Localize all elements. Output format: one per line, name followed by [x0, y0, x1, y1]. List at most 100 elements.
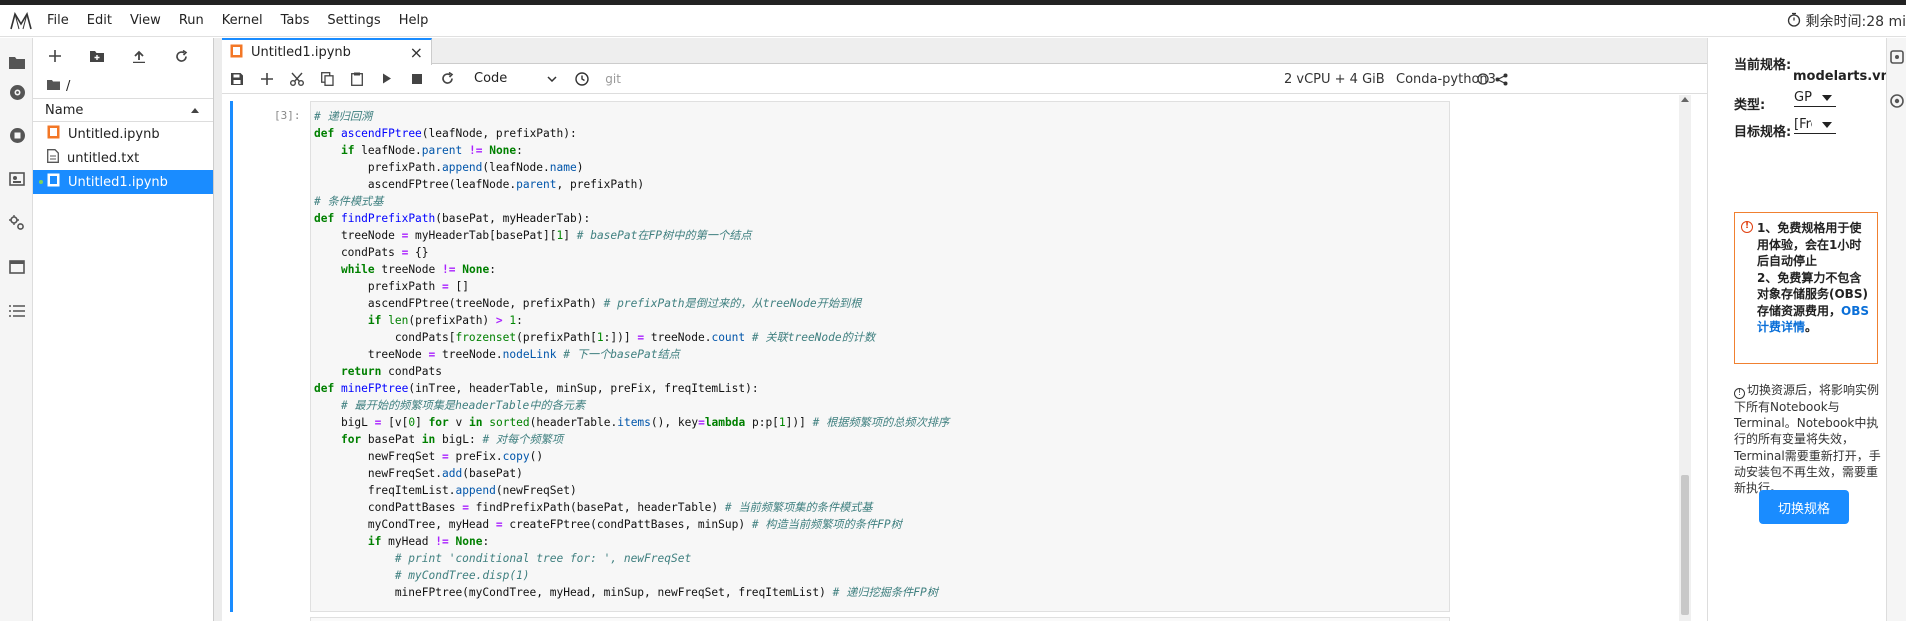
running-dot-icon — [39, 180, 43, 184]
code-line: while treeNode != None: — [340, 263, 496, 276]
info-icon: ! — [1734, 388, 1745, 399]
menu-run[interactable]: Run — [170, 5, 213, 37]
code-line: # 递归回溯 — [314, 110, 373, 123]
menu-edit[interactable]: Edit — [78, 5, 121, 37]
share-icon[interactable] — [1495, 64, 1508, 94]
clock-icon[interactable] — [567, 64, 597, 94]
vertical-scrollbar[interactable] — [1679, 95, 1691, 621]
file-row[interactable]: Untitled.ipynb — [33, 122, 213, 146]
current-spec-label: 当前规格: — [1734, 58, 1792, 73]
cut-button[interactable] — [282, 64, 312, 94]
file-browser: / Name Untitled.ipynb untitled.txt Untitle… — [33, 38, 214, 621]
menubar: File Edit View Run Kernel Tabs Settings Help 剩余… — [0, 5, 1906, 37]
folder-icon — [47, 79, 60, 94]
breadcrumb[interactable]: / — [33, 74, 213, 98]
tabs-icon[interactable] — [7, 257, 27, 277]
paste-button[interactable] — [342, 64, 372, 94]
chevron-down-icon — [547, 71, 557, 86]
code-line: mineFPtree(myCondTree, myHead, minSup, n… — [314, 586, 938, 599]
breadcrumb-path[interactable]: / — [66, 79, 70, 94]
code-line: if myHead != None: — [367, 535, 490, 548]
notebook-area: Untitled1.ipynb × Code git 2 vCPU + 4 Gi… — [222, 38, 1707, 621]
upload-button[interactable] — [129, 46, 149, 66]
new-launcher-button[interactable] — [45, 46, 65, 66]
target-spec-label: 目标规格: — [1734, 125, 1792, 140]
code-line: condPattBases = findPrefixPath(basePat, … — [314, 501, 873, 514]
code-line: for basePat in bigL: # 对每个频繁项 — [340, 433, 564, 446]
property-inspector-icon[interactable] — [1890, 50, 1904, 68]
code-line: newFreqSet = preFix.copy() — [314, 450, 544, 463]
folder-icon[interactable] — [7, 52, 27, 72]
debugger-icon[interactable] — [1890, 94, 1904, 112]
current-spec-value: modelarts.vm — [1793, 69, 1895, 84]
new-folder-button[interactable] — [87, 46, 107, 66]
active-cell-indicator[interactable] — [230, 101, 233, 612]
panel-splitter[interactable] — [214, 38, 222, 621]
warning-text-1: 1、免费规格用于使用体验，会在1小时后自动停止 — [1757, 221, 1862, 268]
sort-ascending-icon[interactable] — [191, 107, 199, 113]
run-cell-button[interactable] — [372, 64, 402, 94]
code-line: # print 'conditional tree for: ', newFre… — [394, 552, 692, 565]
notebook-icon — [47, 173, 60, 191]
settings-icon[interactable] — [7, 213, 27, 233]
warning-text-2: 2、免费算力不包含对象存储服务(OBS)存储资源费用，OBS计费详情。 — [1757, 270, 1870, 335]
commands-icon[interactable] — [7, 169, 27, 189]
code-line: myCondTree, myHead = createFPtree(condPa… — [314, 518, 902, 531]
scroll-up-icon[interactable] — [1681, 97, 1689, 102]
scrollbar-thumb[interactable] — [1681, 475, 1689, 615]
running-kernels-icon[interactable] — [7, 125, 27, 145]
file-row[interactable]: Untitled1.ipynb — [33, 170, 213, 194]
cell-prompt: [3]: — [274, 109, 301, 122]
type-select[interactable]: GP — [1794, 90, 1836, 107]
notebook-body: [3]: # 递归回溯 def ascendFPtree(leafNode, pr… — [222, 95, 1707, 621]
notebook-icon — [230, 44, 243, 62]
code-line: def ascendFPtree(leafNode, prefixPath): — [314, 127, 577, 140]
switch-spec-button[interactable]: 切换规格 — [1759, 490, 1849, 524]
refresh-button[interactable] — [171, 46, 191, 66]
right-activity-bar — [1886, 38, 1906, 621]
tab-bar: Untitled1.ipynb × — [222, 38, 1707, 65]
menu-settings[interactable]: Settings — [318, 5, 389, 37]
code-line: if leafNode.parent != None: — [340, 144, 523, 157]
target-spec-select[interactable]: [Fre — [1794, 117, 1836, 134]
file-name: Untitled.ipynb — [68, 126, 160, 142]
code-cell-editor[interactable]: # 递归回溯 def ascendFPtree(leafNode, prefixP… — [310, 101, 1450, 612]
code-line: treeNode = treeNode.nodeLink # 下一个basePa… — [314, 348, 680, 361]
menu-file[interactable]: File — [38, 5, 78, 37]
name-column-header[interactable]: Name — [45, 103, 83, 118]
save-button[interactable] — [222, 64, 252, 94]
remaining-time-text: 剩余时间:28 mi — [1805, 14, 1906, 30]
code-line: condPats[frozenset(prefixPath[1:])] = tr… — [314, 331, 876, 344]
interrupt-kernel-button[interactable] — [402, 64, 432, 94]
code-content[interactable]: # 递归回溯 def ascendFPtree(leafNode, prefixP… — [311, 108, 1449, 601]
code-line: return condPats — [340, 365, 442, 378]
menu-tabs[interactable]: Tabs — [272, 5, 319, 37]
file-row[interactable]: untitled.txt — [33, 146, 213, 170]
file-browser-toolbar — [33, 38, 213, 74]
insert-cell-button[interactable] — [252, 64, 282, 94]
chevron-down-icon — [1822, 121, 1832, 128]
tab-untitled1-ipynb[interactable]: Untitled1.ipynb × — [222, 38, 432, 65]
code-line: condPats = {} — [314, 246, 429, 259]
switch-info-text: ! 切换资源后，将影响实例下所有Notebook与Terminal。Noteboo… — [1734, 383, 1881, 496]
toc-icon[interactable] — [7, 301, 27, 321]
menu-kernel[interactable]: Kernel — [213, 5, 272, 37]
chevron-down-icon — [1821, 94, 1832, 101]
restart-kernel-button[interactable] — [432, 64, 462, 94]
file-list-header[interactable]: Name — [33, 98, 213, 122]
menu-help[interactable]: Help — [390, 5, 438, 37]
code-line: # 条件模式基 — [314, 195, 384, 208]
type-value: GP — [1794, 90, 1812, 105]
git-icon[interactable] — [7, 82, 27, 102]
menu-view[interactable]: View — [121, 5, 170, 37]
target-spec-value: [Fre — [1794, 117, 1812, 132]
next-code-cell[interactable] — [310, 617, 1450, 621]
text-file-icon — [47, 149, 59, 167]
copy-button[interactable] — [312, 64, 342, 94]
resource-text: 2 vCPU + 4 GiB — [1284, 71, 1385, 87]
cell-type-select[interactable]: Code — [474, 71, 557, 86]
close-icon[interactable]: × — [410, 43, 423, 62]
file-list: Untitled.ipynb untitled.txt Untitled1.ipyn… — [33, 122, 213, 194]
code-line: treeNode = myHeaderTab[basePat][1] # bas… — [314, 229, 752, 242]
code-line: newFreqSet.add(basePat) — [314, 467, 523, 480]
